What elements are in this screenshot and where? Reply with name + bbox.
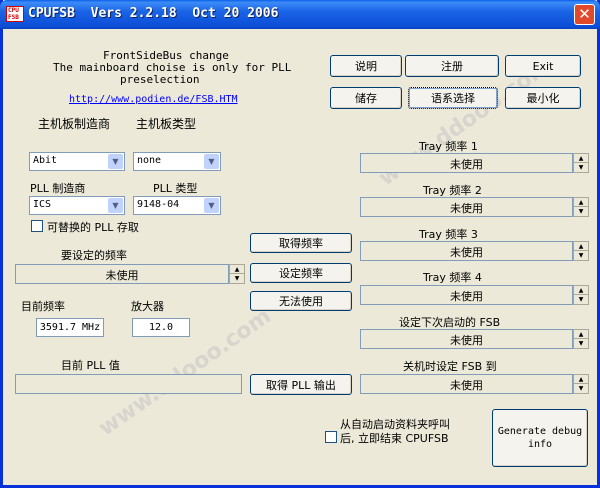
tray-3-spinner[interactable]: ▲ ▼ (573, 241, 589, 261)
cpufsb-window: CPU FSB CPUFSB Vers 2.2.18 Oct 20 2006 ✕… (0, 0, 600, 488)
tray-2-value: 未使用 (450, 202, 483, 215)
tray-1-value: 未使用 (450, 158, 483, 171)
tray-4-label: Tray 频率 4 (423, 271, 482, 284)
selected-value: none (137, 155, 162, 166)
explain-button[interactable]: 说明 (330, 55, 402, 77)
window-title: CPUFSB Vers 2.2.18 Oct 20 2006 (28, 6, 279, 21)
shutdown-fsb-field[interactable]: 未使用 (360, 374, 573, 394)
register-button[interactable]: 注册 (405, 55, 499, 77)
tray-1-spinner[interactable]: ▲ ▼ (573, 153, 589, 173)
next-boot-fsb-spinner[interactable]: ▲ ▼ (573, 329, 589, 349)
minimize-button[interactable]: 最小化 (505, 87, 581, 109)
get-freq-button[interactable]: 取得频率 (250, 233, 352, 253)
shutdown-fsb-label: 关机时设定 FSB 到 (403, 360, 497, 373)
tray-1-label: Tray 频率 1 (419, 140, 478, 153)
spin-up-icon[interactable]: ▲ (574, 198, 588, 207)
store-button[interactable]: 储存 (330, 87, 402, 109)
tray-4-value: 未使用 (450, 290, 483, 303)
spin-up-icon[interactable]: ▲ (574, 286, 588, 295)
spin-up-icon[interactable]: ▲ (574, 330, 588, 339)
tray-2-spinner[interactable]: ▲ ▼ (573, 197, 589, 217)
shutdown-fsb-value: 未使用 (450, 379, 483, 392)
alt-pll-access-checkbox[interactable] (31, 220, 43, 232)
chevron-down-icon[interactable]: ▼ (108, 198, 123, 213)
spin-down-icon[interactable]: ▼ (574, 295, 588, 304)
next-boot-fsb-field[interactable]: 未使用 (360, 329, 573, 349)
spin-down-icon[interactable]: ▼ (574, 251, 588, 260)
app-icon: CPU FSB (6, 6, 24, 22)
pll-value-label: 目前 PLL 值 (61, 359, 120, 372)
debug-button-label: Generate debug info (497, 426, 583, 450)
mainboard-maker-label: 主机板制造商 (38, 117, 111, 131)
tray-2-field[interactable]: 未使用 (360, 197, 573, 217)
close-button[interactable]: ✕ (574, 4, 595, 25)
exit-button[interactable]: Exit (505, 55, 581, 77)
target-freq-value: 未使用 (105, 269, 139, 282)
current-freq-label: 目前频率 (21, 300, 65, 313)
spin-up-icon[interactable]: ▲ (230, 265, 244, 274)
spin-up-icon[interactable]: ▲ (574, 154, 588, 163)
pll-maker-select[interactable]: ICS ▼ (29, 196, 125, 215)
chevron-down-icon[interactable]: ▼ (204, 154, 219, 169)
target-freq-spinner[interactable]: ▲ ▼ (229, 264, 245, 284)
unusable-button[interactable]: 无法使用 (250, 291, 352, 311)
mainboard-type-label: 主机板类型 (136, 117, 197, 131)
tray-3-value: 未使用 (450, 246, 483, 259)
spin-down-icon[interactable]: ▼ (230, 274, 244, 283)
spin-down-icon[interactable]: ▼ (574, 384, 588, 393)
chevron-down-icon[interactable]: ▼ (204, 198, 219, 213)
pll-type-select[interactable]: 9148-04 ▼ (133, 196, 221, 215)
language-select-button[interactable]: 语系选择 (408, 87, 498, 109)
title-bar[interactable]: CPU FSB CPUFSB Vers 2.2.18 Oct 20 2006 ✕ (0, 0, 600, 29)
next-boot-fsb-value: 未使用 (450, 334, 483, 347)
tray-4-field[interactable]: 未使用 (360, 285, 573, 305)
spin-down-icon[interactable]: ▼ (574, 207, 588, 216)
chevron-down-icon[interactable]: ▼ (108, 154, 123, 169)
mainboard-maker-select[interactable]: Abit ▼ (29, 152, 125, 171)
pll-maker-label: PLL 制造商 (30, 182, 86, 195)
tray-1-field[interactable]: 未使用 (360, 153, 573, 173)
selected-value: Abit (33, 155, 58, 166)
next-boot-fsb-label: 设定下次启动的 FSB (399, 316, 501, 329)
spin-down-icon[interactable]: ▼ (574, 163, 588, 172)
mainboard-type-select[interactable]: none ▼ (133, 152, 221, 171)
tray-3-label: Tray 频率 3 (419, 228, 478, 241)
shutdown-fsb-spinner[interactable]: ▲ ▼ (573, 374, 589, 394)
spin-down-icon[interactable]: ▼ (574, 339, 588, 348)
selected-value: ICS (33, 199, 52, 210)
selected-value: 9148-04 (137, 199, 180, 210)
autostart-label-line-2: 后, 立即结束 CPUFSB (340, 432, 449, 445)
multiplier-label: 放大器 (131, 300, 164, 313)
header-line-3: preselection (120, 73, 200, 86)
target-freq-field[interactable]: 未使用 (15, 264, 229, 284)
tray-2-label: Tray 频率 2 (423, 184, 482, 197)
website-link[interactable]: http://www.podien.de/FSB.HTM (69, 94, 238, 105)
tray-3-field[interactable]: 未使用 (360, 241, 573, 261)
tray-4-spinner[interactable]: ▲ ▼ (573, 285, 589, 305)
current-freq-value: 3591.7 MHz (36, 318, 104, 337)
get-pll-output-button[interactable]: 取得 PLL 输出 (250, 374, 352, 395)
set-freq-button[interactable]: 设定频率 (250, 263, 352, 283)
generate-debug-info-button[interactable]: Generate debug info (492, 409, 588, 467)
target-freq-label: 要设定的频率 (61, 249, 127, 262)
pll-value-field (15, 374, 242, 394)
spin-up-icon[interactable]: ▲ (574, 242, 588, 251)
spin-up-icon[interactable]: ▲ (574, 375, 588, 384)
multiplier-value: 12.0 (132, 318, 190, 337)
alt-pll-access-label: 可替换的 PLL 存取 (47, 221, 139, 234)
autostart-exit-checkbox[interactable] (325, 431, 337, 443)
pll-type-label: PLL 类型 (153, 182, 198, 195)
